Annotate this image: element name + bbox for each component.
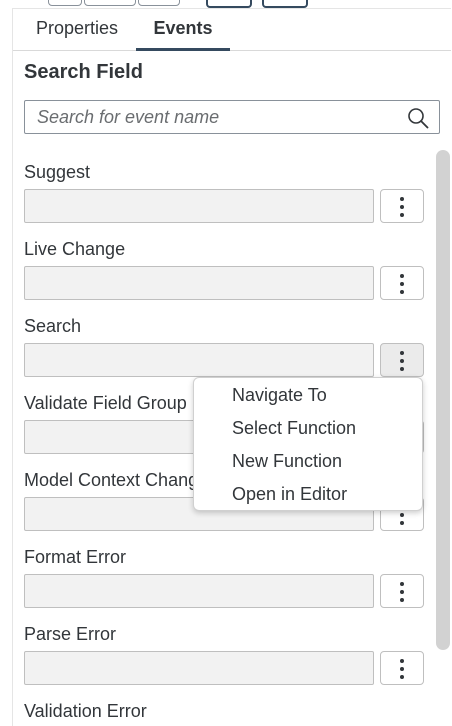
event-menu-button-search[interactable]	[380, 343, 424, 377]
event-label-suggest: Suggest	[24, 162, 91, 182]
menu-item-navigate-to[interactable]: Navigate To	[232, 385, 327, 406]
event-menu-button-live-change[interactable]	[380, 266, 424, 300]
event-label-validate-field-group: Validate Field Group	[24, 393, 187, 413]
event-handler-field-search[interactable]	[24, 343, 374, 377]
section-title: Search Field	[24, 61, 143, 83]
event-label-live-change: Live Change	[24, 239, 126, 259]
toolbar-button[interactable]	[262, 0, 308, 8]
menu-item-open-in-editor[interactable]: Open in Editor	[232, 484, 347, 505]
event-search-input[interactable]	[37, 101, 397, 133]
tab-properties[interactable]: Properties	[19, 9, 135, 50]
event-search-box	[24, 100, 440, 134]
event-menu-button-suggest[interactable]	[380, 189, 424, 223]
more-vertical-icon	[400, 659, 404, 679]
event-handler-field-parse-error[interactable]	[24, 651, 374, 685]
more-vertical-icon	[400, 582, 404, 602]
scrollbar-thumb[interactable]	[436, 150, 450, 650]
event-menu-button-parse-error[interactable]	[380, 651, 424, 685]
event-label-model-context-change: Model Context Change	[24, 470, 209, 490]
top-toolbar-strip	[0, 0, 452, 8]
search-icon[interactable]	[407, 107, 429, 129]
toolbar-button[interactable]	[48, 0, 82, 6]
menu-item-new-function[interactable]: New Function	[232, 451, 342, 472]
event-label-parse-error: Parse Error	[24, 624, 117, 644]
event-label-validation-error: Validation Error	[24, 701, 147, 721]
tab-events[interactable]: Events	[136, 9, 230, 51]
more-vertical-icon	[400, 274, 404, 294]
event-context-menu: Navigate To Select Function New Function…	[193, 377, 423, 511]
more-vertical-icon	[400, 197, 404, 217]
event-handler-field-live-change[interactable]	[24, 266, 374, 300]
menu-item-select-function[interactable]: Select Function	[232, 418, 356, 439]
events-panel: Properties Events Search Field Suggest L…	[12, 8, 451, 726]
event-handler-field-format-error[interactable]	[24, 574, 374, 608]
event-handler-field-suggest[interactable]	[24, 189, 374, 223]
more-vertical-icon	[400, 351, 404, 371]
event-menu-button-format-error[interactable]	[380, 574, 424, 608]
toolbar-button[interactable]	[138, 0, 180, 6]
event-label-format-error: Format Error	[24, 547, 127, 567]
tab-bar: Properties Events	[13, 9, 451, 51]
toolbar-button[interactable]	[206, 0, 252, 8]
toolbar-button[interactable]	[84, 0, 136, 6]
event-label-search: Search	[24, 316, 82, 336]
